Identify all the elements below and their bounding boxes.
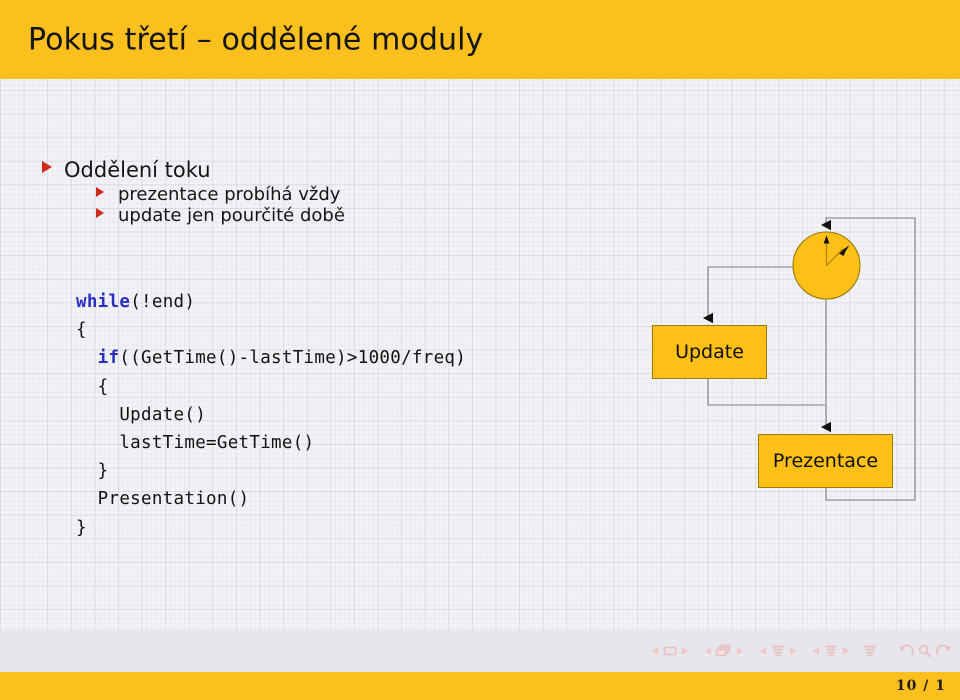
subsection-icon[interactable] xyxy=(770,644,786,658)
document-icon[interactable] xyxy=(862,644,878,658)
clock-hour-hand-arrow xyxy=(839,245,850,256)
code-text: { xyxy=(76,320,87,341)
code-text: Presentation() xyxy=(97,489,250,510)
footer-bar: 10 / 1 xyxy=(0,672,960,700)
code-line: } xyxy=(76,514,466,542)
nav-prev-frame-icon[interactable] xyxy=(705,647,711,655)
bullet-label: Oddělení toku xyxy=(64,158,211,182)
nav-next-slide-icon[interactable] xyxy=(682,647,688,655)
edge-clock-to-update xyxy=(703,266,793,324)
nav-slide-group[interactable] xyxy=(648,644,692,658)
frame-icon[interactable] xyxy=(662,644,678,658)
code-line: { xyxy=(76,373,466,401)
nav-prev-section-icon[interactable] xyxy=(813,647,819,655)
navigation-bar xyxy=(0,630,960,672)
nav-next-subsection-icon[interactable] xyxy=(790,647,796,655)
diagram-box-label: Prezentace xyxy=(772,450,879,472)
navigation-icons xyxy=(648,630,952,672)
slide: Pokus třetí – oddělené moduly Oddělení t… xyxy=(0,0,960,700)
nav-back[interactable] xyxy=(898,644,915,658)
edge-update-to-join xyxy=(707,377,825,406)
slide-title-bar: Pokus třetí – oddělené moduly xyxy=(0,0,960,79)
code-text: ((GetTime()-lastTime)>1000/freq) xyxy=(119,348,467,369)
bullet-item-level2: update jen pourčité době xyxy=(96,205,602,226)
diagram-box-update[interactable]: Update xyxy=(652,325,767,379)
nav-prev-slide-icon[interactable] xyxy=(652,647,658,655)
bullet-label: prezentace probíhá vždy xyxy=(118,184,341,205)
diagram-box-label: Update xyxy=(675,341,744,363)
code-keyword: if xyxy=(97,348,120,369)
code-line: lastTime=GetTime() xyxy=(76,429,466,457)
search-icon[interactable] xyxy=(917,644,933,658)
diagram-box-prezentace[interactable]: Prezentace xyxy=(758,434,893,488)
bullet-item-level1: Oddělení toku xyxy=(42,158,602,182)
nav-subsection-group[interactable] xyxy=(756,644,800,658)
triangle-right-icon xyxy=(42,161,52,173)
page-number: 10 / 1 xyxy=(895,678,946,694)
code-line: while(!end) xyxy=(76,288,466,316)
code-text: } xyxy=(97,461,109,482)
nav-next-frame-icon[interactable] xyxy=(737,647,743,655)
bullet-list: Oddělení toku prezentace probíhá vždy up… xyxy=(42,158,602,226)
code-text: (!end) xyxy=(130,292,196,312)
nav-next-section-icon[interactable] xyxy=(843,647,849,655)
triangle-right-icon xyxy=(96,187,104,197)
code-line: Presentation() xyxy=(76,485,466,513)
code-text: Update() xyxy=(119,404,207,425)
nav-search[interactable] xyxy=(917,644,933,658)
nav-section-group[interactable] xyxy=(809,644,853,658)
code-line: if((GetTime()-lastTime)>1000/freq) xyxy=(76,344,466,372)
bullet-item-level2: prezentace probíhá vždy xyxy=(96,184,602,205)
code-text: } xyxy=(76,517,87,538)
page-title: Pokus třetí – oddělené moduly xyxy=(28,22,484,57)
code-line: Update() xyxy=(76,401,466,429)
nav-frame-group[interactable] xyxy=(701,644,747,658)
code-listing: while(!end) { if((GetTime()-lastTime)>100… xyxy=(76,288,466,542)
nav-forward[interactable] xyxy=(935,644,952,658)
nav-doc[interactable] xyxy=(862,644,878,658)
nav-prev-subsection-icon[interactable] xyxy=(760,647,766,655)
back-icon[interactable] xyxy=(898,644,915,658)
code-keyword: while xyxy=(76,292,131,312)
forward-icon[interactable] xyxy=(935,644,952,658)
code-line: } xyxy=(76,457,466,485)
clock-minute-hand-arrow xyxy=(823,235,830,244)
bullet-label: update jen pourčité době xyxy=(118,205,345,226)
clock-hands-icon xyxy=(825,241,844,266)
section-icon[interactable] xyxy=(823,644,839,658)
frames-icon[interactable] xyxy=(715,644,733,658)
code-text: { xyxy=(97,376,109,397)
triangle-right-icon xyxy=(96,208,104,218)
clock-face xyxy=(792,231,861,300)
code-text: lastTime=GetTime() xyxy=(119,433,315,454)
code-line: { xyxy=(76,316,466,344)
